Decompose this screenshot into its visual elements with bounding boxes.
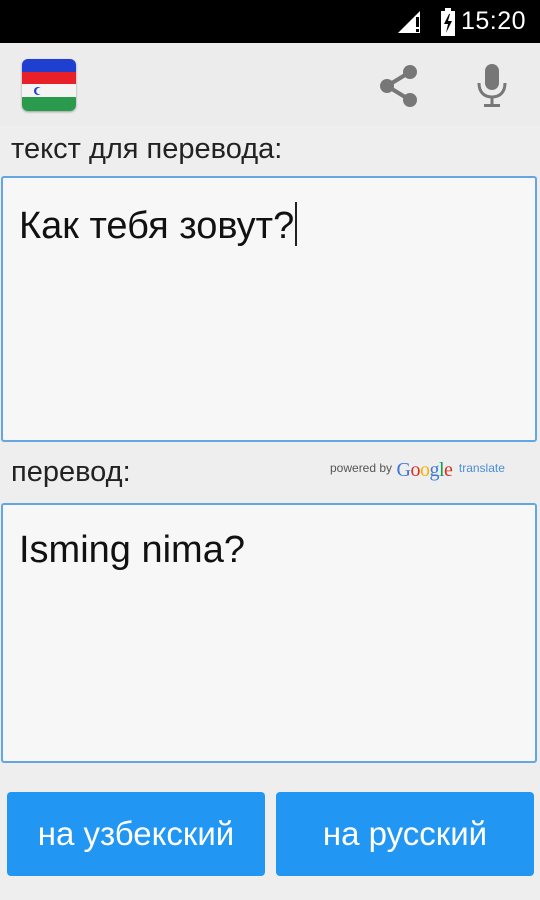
crescent-icon — [34, 87, 43, 95]
source-text: Как тебя зовут? — [19, 205, 295, 247]
flag-stripe-white — [22, 84, 76, 97]
share-icon[interactable] — [376, 63, 422, 109]
source-label: текст для перевода: — [11, 133, 283, 165]
translate-text: translate — [458, 461, 505, 475]
microphone-icon[interactable] — [472, 61, 512, 109]
text-cursor — [295, 202, 298, 246]
translation-text: Isming nima? — [19, 529, 245, 571]
translation-output[interactable]: Isming nima? — [1, 503, 537, 763]
flag-stripe-green — [22, 97, 76, 111]
powered-by-google-translate: powered by Google translate — [330, 459, 505, 485]
clock: 15:20 — [460, 7, 526, 35]
uzbekistan-flag-icon[interactable] — [22, 59, 76, 111]
translation-label: перевод: — [11, 456, 131, 488]
translate-to-uzbek-button[interactable]: на узбекский — [7, 792, 265, 876]
source-text-input[interactable]: Как тебя зовут? — [1, 176, 537, 442]
flag-stripe-blue — [22, 59, 76, 72]
flag-stripe-red — [22, 72, 76, 84]
action-bar — [0, 43, 540, 125]
translate-to-russian-button[interactable]: на русский — [276, 792, 534, 876]
signal-icon — [398, 11, 420, 33]
google-logo: Google — [396, 459, 453, 481]
battery-charging-icon — [441, 8, 455, 36]
status-bar: 15:20 — [0, 0, 540, 43]
powered-by-text: powered by — [330, 461, 393, 475]
